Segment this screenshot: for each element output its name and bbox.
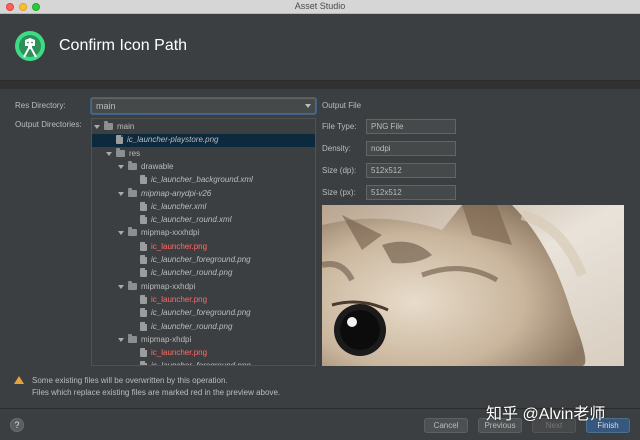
tree-item-label: main (117, 122, 135, 131)
tree-item-label: mipmap-anydpi-v26 (141, 188, 212, 198)
tree-file-row[interactable]: ic_launcher_foreground.png (92, 254, 315, 267)
size-px-value: 512x512 (371, 188, 402, 197)
tree-expand-arrow-icon[interactable] (118, 231, 124, 236)
file-icon (140, 268, 147, 278)
tree-item-label: ic_launcher_foreground.png (151, 255, 251, 264)
dialog-header: Confirm Icon Path (0, 14, 640, 80)
tree-item-label: ic_launcher_round.png (151, 268, 233, 278)
window-title: Asset Studio (294, 1, 346, 11)
tree-folder-row[interactable]: mipmap-xxxhdpi (92, 227, 315, 240)
header-divider (0, 80, 640, 89)
file-icon (140, 294, 147, 304)
tree-item-label: ic_launcher_background.xml (151, 175, 253, 185)
window-titlebar: Asset Studio (0, 0, 640, 14)
android-studio-logo-icon (15, 31, 45, 61)
tree-item-label: ic_launcher_foreground.png (151, 361, 251, 366)
tree-folder-row[interactable]: mipmap-xhdpi (92, 333, 315, 347)
tree-item-label: ic_launcher_round.png (151, 321, 233, 331)
tree-expand-arrow-icon[interactable] (106, 151, 112, 156)
res-directory-value: main (96, 101, 116, 111)
cancel-button[interactable]: Cancel (424, 418, 468, 433)
tree-item-label: drawable (141, 161, 174, 171)
res-directory-label: Res Directory: (15, 101, 66, 110)
file-icon (140, 241, 147, 251)
chevron-down-icon (305, 104, 311, 108)
tree-item-label: mipmap-xxhdpi (141, 281, 196, 291)
tree-expand-arrow-icon[interactable] (118, 337, 124, 342)
folder-icon (128, 227, 137, 237)
tree-file-row[interactable]: ic_launcher_background.xml (92, 174, 315, 187)
file-type-field: PNG File (366, 119, 456, 134)
tree-expand-arrow-icon[interactable] (118, 191, 124, 196)
file-icon (140, 255, 147, 264)
folder-icon (128, 280, 137, 290)
tree-item-label: res (129, 148, 141, 158)
res-directory-select[interactable]: main (91, 98, 316, 114)
folder-icon (128, 160, 137, 170)
file-icon (116, 135, 123, 145)
tree-file-row[interactable]: ic_launcher_foreground.png (92, 360, 315, 366)
output-directories-tree[interactable]: main ic_launcher-playstore.pngres drawable… (91, 118, 316, 366)
file-icon (140, 361, 147, 365)
file-type-label: File Type: (322, 122, 357, 131)
tree-item-label: ic_launcher_foreground.png (151, 308, 251, 318)
size-dp-value: 512x512 (371, 166, 402, 175)
icon-preview-image (322, 205, 624, 366)
tree-folder-row[interactable]: res (92, 147, 315, 161)
tree-item-label: ic_launcher_round.xml (151, 215, 232, 225)
tree-file-row[interactable]: ic_launcher_round.png (92, 267, 315, 280)
density-field: nodpi (366, 141, 456, 156)
watermark-text: 知乎 @Alvin老师 (486, 406, 606, 423)
file-icon (140, 348, 147, 358)
help-button[interactable]: ? (10, 418, 24, 432)
tree-item-label: ic_launcher-playstore.png (127, 135, 219, 145)
tree-file-row[interactable]: ic_launcher_round.png (92, 321, 315, 334)
size-dp-label: Size (dp): (322, 166, 357, 175)
density-label: Density: (322, 144, 351, 153)
tree-file-row[interactable]: ic_launcher.png (92, 347, 315, 360)
tree-item-label: ic_launcher.png (151, 241, 208, 251)
tree-expand-arrow-icon[interactable] (118, 164, 124, 169)
file-icon (140, 321, 147, 331)
folder-icon (104, 121, 113, 130)
tree-folder-row[interactable]: mipmap-anydpi-v26 (92, 187, 315, 201)
tree-file-row[interactable]: ic_launcher-playstore.png (92, 134, 315, 148)
tree-file-row[interactable]: ic_launcher_foreground.png (92, 307, 315, 320)
output-file-heading: Output File (322, 101, 362, 110)
tree-file-row[interactable]: ic_launcher.png (92, 294, 315, 307)
output-directories-label: Output Directories: (15, 120, 82, 129)
density-value: nodpi (371, 144, 391, 153)
tree-folder-row[interactable]: mipmap-xxhdpi (92, 280, 315, 294)
warning-icon (14, 376, 24, 384)
warning-message-line2: Files which replace existing files are m… (32, 388, 281, 397)
folder-icon (128, 187, 137, 197)
file-icon (140, 215, 147, 225)
tree-item-label: ic_launcher.png (151, 348, 208, 358)
page-title: Confirm Icon Path (59, 37, 188, 54)
file-icon (140, 175, 147, 185)
folder-icon (116, 147, 125, 157)
tree-file-row[interactable]: ic_launcher.xml (92, 201, 315, 214)
tree-item-label: ic_launcher.xml (151, 201, 207, 211)
file-type-value: PNG File (371, 122, 404, 131)
warning-message-line1: Some existing files will be overwritten … (32, 376, 228, 385)
tree-file-row[interactable]: ic_launcher.png (92, 241, 315, 254)
size-px-label: Size (px): (322, 188, 356, 197)
tree-item-label: mipmap-xxxhdpi (141, 228, 200, 238)
tree-expand-arrow-icon[interactable] (94, 125, 100, 129)
tree-folder-row[interactable]: main (92, 121, 315, 134)
file-icon (140, 201, 147, 211)
file-icon (140, 308, 147, 318)
tree-folder-row[interactable]: drawable (92, 160, 315, 174)
size-px-field: 512x512 (366, 185, 456, 200)
tree-expand-arrow-icon[interactable] (118, 284, 124, 289)
tree-file-row[interactable]: ic_launcher_round.xml (92, 214, 315, 227)
size-dp-field: 512x512 (366, 163, 456, 178)
folder-icon (128, 333, 137, 343)
tree-item-label: mipmap-xhdpi (141, 334, 192, 344)
tree-item-label: ic_launcher.png (151, 294, 208, 304)
